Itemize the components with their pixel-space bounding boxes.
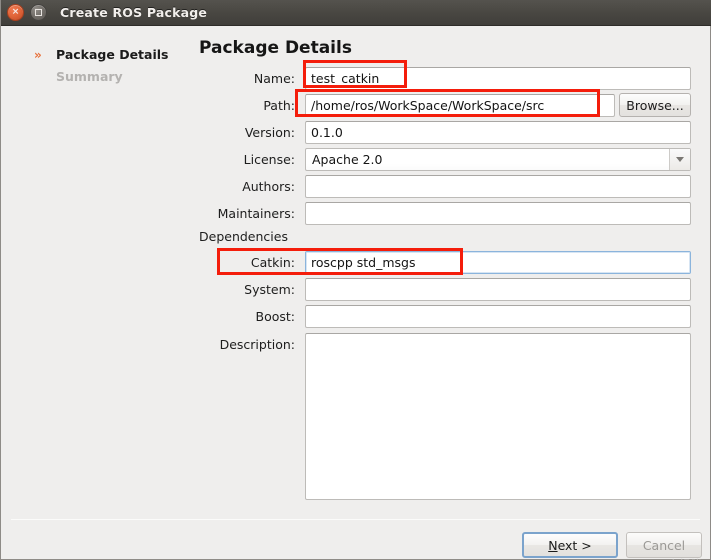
path-label: Path: <box>263 98 295 113</box>
version-label: Version: <box>244 125 295 140</box>
license-select[interactable]: Apache 2.0 <box>305 148 691 171</box>
create-ros-package-dialog: × Create ROS Package » Package Details »… <box>0 0 711 560</box>
next-button-mnemonic: N <box>548 537 558 553</box>
system-input[interactable] <box>305 278 691 301</box>
next-button-label: ext > <box>557 537 592 553</box>
footer-separator <box>11 519 700 520</box>
dialog-body: » Package Details » Summary Package Deta… <box>1 26 710 560</box>
license-selected-value: Apache 2.0 <box>312 152 383 167</box>
close-icon[interactable]: × <box>7 4 24 21</box>
dependencies-section-label: Dependencies <box>199 229 288 244</box>
next-button[interactable]: Next > <box>522 532 618 558</box>
sidebar-item-label: Summary <box>56 69 123 84</box>
cancel-button[interactable]: Cancel <box>626 532 702 558</box>
maximize-icon[interactable] <box>30 4 47 21</box>
page-title: Package Details <box>199 38 352 58</box>
boost-label: Boost: <box>255 309 296 324</box>
catkin-input[interactable] <box>305 251 691 274</box>
system-label: System: <box>244 282 295 297</box>
package-details-form: Package Details Name: Path: Browse... Ve… <box>187 26 710 519</box>
maximize-square-glyph <box>35 9 42 16</box>
sidebar-item-label: Package Details <box>56 47 169 62</box>
chevron-right-icon: » <box>34 47 42 62</box>
browse-button[interactable]: Browse... <box>619 93 691 117</box>
maintainers-input[interactable] <box>305 202 691 225</box>
window-titlebar: × Create ROS Package <box>1 0 711 26</box>
catkin-label: Catkin: <box>250 255 295 270</box>
authors-label: Authors: <box>242 179 295 194</box>
sidebar-item-summary[interactable]: » Summary <box>34 69 123 84</box>
name-label: Name: <box>253 71 295 86</box>
chevron-down-icon[interactable] <box>669 149 690 170</box>
license-label: License: <box>243 152 295 167</box>
path-input[interactable] <box>305 94 615 117</box>
sidebar-item-package-details[interactable]: » Package Details <box>34 47 168 62</box>
boost-input[interactable] <box>305 305 691 328</box>
version-input[interactable] <box>305 121 691 144</box>
authors-input[interactable] <box>305 175 691 198</box>
description-textarea[interactable] <box>305 333 691 500</box>
window-title: Create ROS Package <box>60 5 208 20</box>
wizard-sidebar: » Package Details » Summary <box>1 26 187 519</box>
description-label: Description: <box>219 337 295 352</box>
name-input[interactable] <box>305 67 691 90</box>
maintainers-label: Maintainers: <box>217 206 295 221</box>
